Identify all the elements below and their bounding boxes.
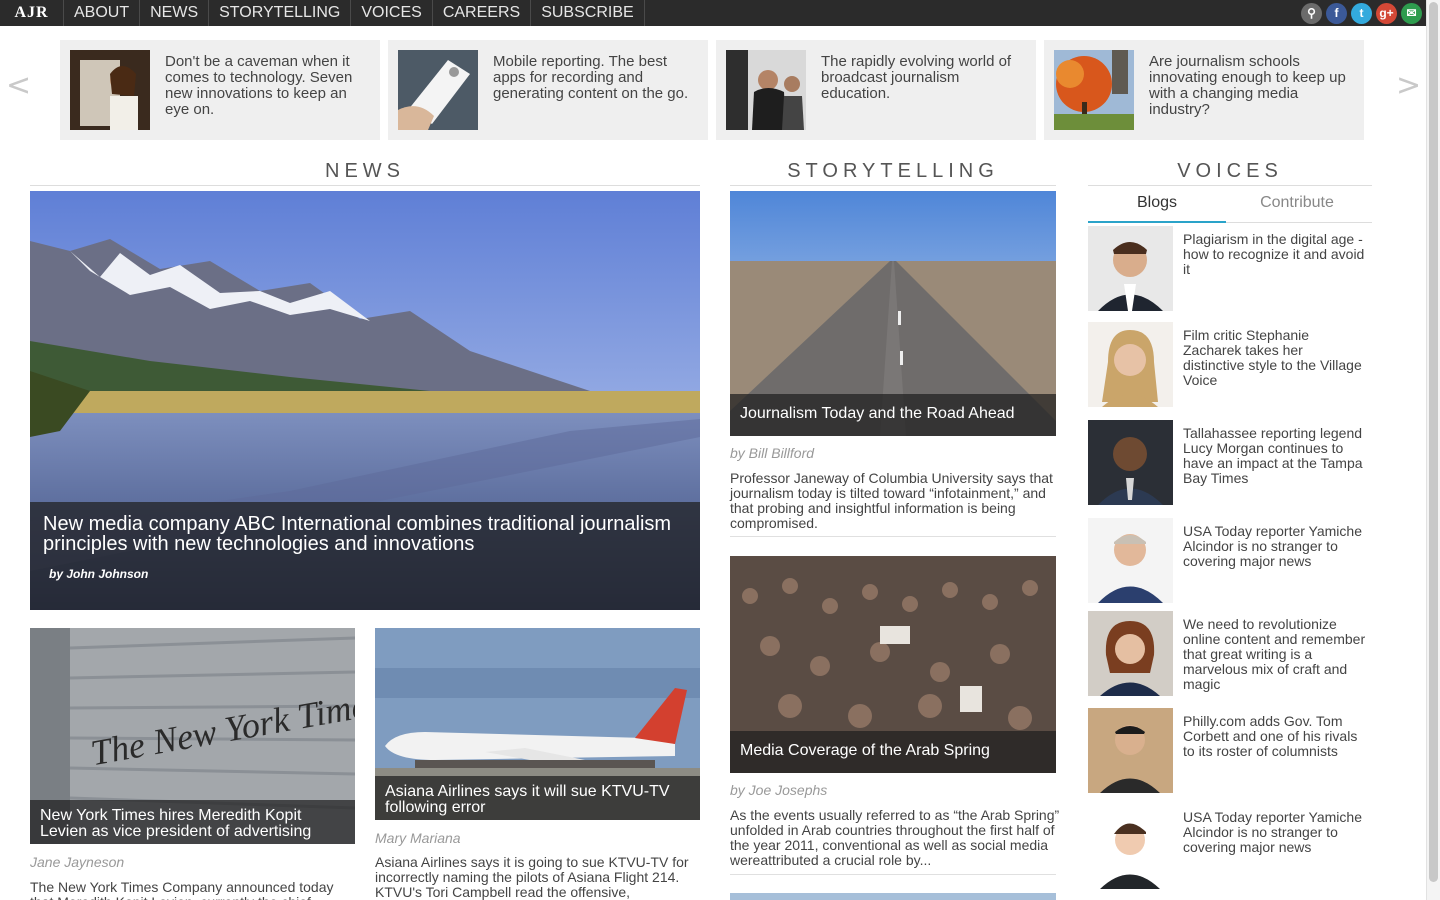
- voice-item[interactable]: Plagiarism in the digital age - how to r…: [1088, 226, 1372, 312]
- avatar: [1088, 322, 1173, 407]
- voice-item-text: USA Today reporter Yamiche Alcindor is n…: [1183, 809, 1362, 855]
- avatar: [1088, 420, 1173, 505]
- news-card[interactable]: The New York Times New York Times hires …: [30, 628, 355, 844]
- voices-tabs: Blogs Contribute: [1088, 190, 1372, 223]
- voice-item[interactable]: Tallahassee reporting legend Lucy Morgan…: [1088, 420, 1372, 506]
- email-icon[interactable]: ✉: [1401, 3, 1422, 24]
- avatar: [1088, 708, 1173, 793]
- avatar: [1088, 611, 1173, 696]
- voice-item-text: USA Today reporter Yamiche Alcindor is n…: [1183, 523, 1362, 569]
- featured-text: The rapidly evolving world of broadcast …: [821, 53, 1012, 102]
- voice-item-text: Philly.com adds Gov. Tom Corbett and one…: [1183, 713, 1358, 759]
- featured-text: Don't be a caveman when it comes to tech…: [165, 53, 353, 118]
- story-blurb: As the events usually referred to as “th…: [730, 807, 1060, 868]
- nav-news[interactable]: NEWS: [139, 0, 208, 26]
- story-card-caption[interactable]: Journalism Today and the Road Ahead: [730, 394, 1056, 436]
- tab-contribute[interactable]: Contribute: [1228, 190, 1366, 223]
- featured-item[interactable]: The rapidly evolving world of broadcast …: [716, 40, 1036, 140]
- story-author[interactable]: by Bill Billford: [730, 445, 814, 461]
- voices-heading: VOICES: [1088, 160, 1372, 186]
- news-card-author[interactable]: Mary Mariana: [375, 830, 461, 846]
- voice-item-text: Plagiarism in the digital age - how to r…: [1183, 231, 1365, 277]
- featured-item[interactable]: Are journalism schools innovating enough…: [1044, 40, 1364, 140]
- featured-item[interactable]: Mobile reporting. The best apps for reco…: [388, 40, 708, 140]
- news-card-blurb: The New York Times Company announced tod…: [30, 879, 334, 900]
- nav-storytelling[interactable]: STORYTELLING: [208, 0, 350, 26]
- facebook-icon[interactable]: f: [1326, 3, 1347, 24]
- news-card-author[interactable]: Jane Jayneson: [30, 854, 124, 870]
- site-logo[interactable]: AJR: [0, 0, 63, 26]
- story-card-caption[interactable]: Media Coverage of the Arab Spring: [730, 731, 1056, 773]
- avatar: [1088, 804, 1173, 889]
- twitter-icon[interactable]: t: [1351, 3, 1372, 24]
- news-heading: NEWS: [30, 160, 700, 186]
- news-card-caption[interactable]: New York Times hires Meredith Kopit Levi…: [30, 800, 355, 844]
- nav-careers[interactable]: CAREERS: [431, 0, 530, 26]
- hero-title[interactable]: New media company ABC International comb…: [43, 514, 686, 554]
- story-card[interactable]: Journalism Today and the Road Ahead: [730, 191, 1056, 436]
- voice-item[interactable]: USA Today reporter Yamiche Alcindor is n…: [1088, 518, 1372, 604]
- featured-text: Mobile reporting. The best apps for reco…: [493, 53, 689, 102]
- avatar: [1088, 226, 1173, 311]
- avatar: [1088, 518, 1173, 603]
- search-icon[interactable]: ⚲: [1301, 3, 1322, 24]
- story-image-partial[interactable]: [730, 893, 1056, 900]
- hero-caption: New media company ABC International comb…: [30, 502, 700, 610]
- voice-item-text: We need to revolutionize online content …: [1183, 616, 1366, 692]
- carousel-prev-arrow[interactable]: <: [6, 68, 31, 103]
- tab-blogs[interactable]: Blogs: [1088, 190, 1226, 223]
- nav-about[interactable]: ABOUT: [63, 0, 139, 26]
- featured-thumbnail-campus: [1054, 50, 1134, 130]
- news-card-blurb: Asiana Airlines says it is going to sue …: [375, 854, 689, 900]
- voice-item-text: Film critic Stephanie Zacharek takes her…: [1183, 327, 1362, 388]
- voice-item[interactable]: Philly.com adds Gov. Tom Corbett and one…: [1088, 708, 1372, 794]
- voice-item[interactable]: We need to revolutionize online content …: [1088, 611, 1372, 697]
- story-divider: [730, 874, 1056, 875]
- google-plus-icon[interactable]: g+: [1376, 3, 1397, 24]
- featured-thumbnail-caveman: [70, 50, 150, 130]
- hero-byline: by John Johnson: [49, 567, 149, 581]
- story-divider: [730, 536, 1056, 537]
- main-nav: ABOUT NEWS STORYTELLING VOICES CAREERS S…: [63, 0, 645, 26]
- story-author[interactable]: by Joe Josephs: [730, 782, 827, 798]
- featured-item[interactable]: Don't be a caveman when it comes to tech…: [60, 40, 380, 140]
- voice-item-text: Tallahassee reporting legend Lucy Morgan…: [1183, 425, 1363, 486]
- top-navigation-bar: AJR ABOUT NEWS STORYTELLING VOICES CAREE…: [0, 0, 1426, 26]
- featured-thumbnail-broadcast: [726, 50, 806, 130]
- page-scrollbar[interactable]: [1426, 0, 1440, 900]
- nav-voices[interactable]: VOICES: [350, 0, 431, 26]
- news-card[interactable]: Asiana Airlines says it will sue KTVU-TV…: [375, 628, 700, 820]
- scrollbar-thumb[interactable]: [1429, 2, 1438, 882]
- story-blurb: Professor Janeway of Columbia University…: [730, 470, 1053, 531]
- nav-subscribe[interactable]: SUBSCRIBE: [530, 0, 645, 26]
- voice-item[interactable]: Film critic Stephanie Zacharek takes her…: [1088, 322, 1372, 408]
- story-card[interactable]: Media Coverage of the Arab Spring: [730, 556, 1056, 773]
- carousel-next-arrow[interactable]: >: [1396, 68, 1421, 103]
- featured-text: Are journalism schools innovating enough…: [1149, 53, 1346, 118]
- news-card-caption[interactable]: Asiana Airlines says it will sue KTVU-TV…: [375, 776, 700, 820]
- social-links: ⚲ f t g+ ✉: [1301, 3, 1422, 24]
- news-hero-card[interactable]: New media company ABC International comb…: [30, 191, 700, 610]
- featured-thumbnail-phone: [398, 50, 478, 130]
- voice-item[interactable]: USA Today reporter Yamiche Alcindor is n…: [1088, 804, 1372, 890]
- storytelling-heading: STORYTELLING: [730, 160, 1056, 186]
